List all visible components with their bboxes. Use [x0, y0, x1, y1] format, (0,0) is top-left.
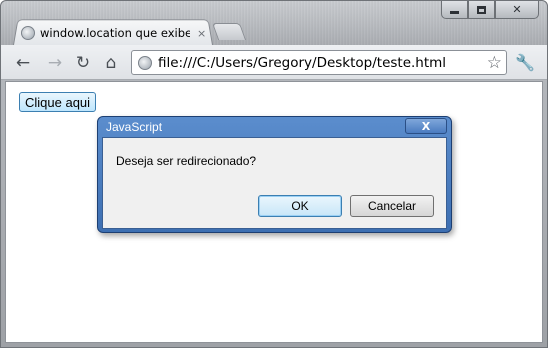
dialog-body: Deseja ser redirecionado? OK Cancelar	[102, 137, 447, 229]
maximize-icon	[477, 5, 486, 14]
back-arrow-icon: ←	[15, 53, 31, 73]
javascript-confirm-dialog: JavaScript X Deseja ser redirecionado? O…	[97, 116, 452, 233]
minimize-icon	[450, 10, 459, 14]
window-controls: ✕	[441, 1, 539, 19]
browser-window: window.location que exibe × ✕ ← → ↻ ⌂ fi…	[0, 0, 548, 348]
close-icon: X	[421, 119, 431, 133]
new-tab-button[interactable]	[211, 23, 247, 40]
wrench-icon: 🔧	[515, 53, 535, 72]
dialog-close-button[interactable]: X	[405, 118, 447, 134]
home-icon: ⌂	[105, 53, 117, 73]
back-button[interactable]: ←	[13, 53, 33, 73]
close-window-button[interactable]: ✕	[495, 1, 539, 19]
dialog-message: Deseja ser redirecionado?	[116, 154, 257, 168]
forward-button[interactable]: →	[45, 53, 65, 73]
dialog-title: JavaScript	[106, 120, 163, 134]
page-info-icon[interactable]	[138, 55, 152, 70]
close-icon: ✕	[512, 3, 522, 16]
page-favicon-icon	[21, 26, 35, 40]
clique-aqui-button[interactable]: Clique aqui	[19, 92, 97, 112]
title-bar: window.location que exibe × ✕	[1, 1, 547, 45]
reload-icon: ↻	[75, 53, 91, 73]
cancel-button[interactable]: Cancelar	[350, 195, 434, 217]
maximize-button[interactable]	[468, 1, 495, 19]
star-icon[interactable]: ☆	[487, 53, 502, 73]
tab-title: window.location que exibe	[40, 26, 190, 40]
reload-button[interactable]: ↻	[73, 53, 93, 73]
tab-close-icon[interactable]: ×	[197, 27, 206, 40]
address-bar[interactable]: file:///C:/Users/Gregory/Desktop/teste.h…	[131, 50, 507, 75]
url-text[interactable]: file:///C:/Users/Gregory/Desktop/teste.h…	[158, 55, 446, 71]
forward-arrow-icon: →	[47, 53, 63, 73]
minimize-button[interactable]	[441, 1, 468, 19]
browser-toolbar: ← → ↻ ⌂ file:///C:/Users/Gregory/Desktop…	[1, 45, 547, 80]
home-button[interactable]: ⌂	[101, 53, 121, 73]
active-tab[interactable]: window.location que exibe ×	[21, 23, 207, 43]
ok-button[interactable]: OK	[258, 195, 342, 217]
wrench-menu-button[interactable]: 🔧	[515, 53, 535, 72]
